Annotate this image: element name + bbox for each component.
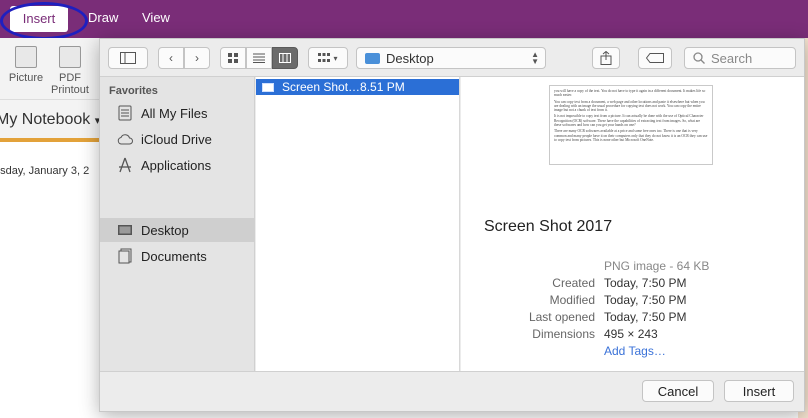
sidebar-item-label: Desktop	[141, 222, 189, 238]
sidebar-heading: Favorites	[109, 85, 158, 97]
info-row-kind: PNG image - 64 KB	[461, 259, 804, 276]
thumbnail-paragraph: you will have a copy of the text. You do…	[554, 89, 706, 98]
share-icon	[600, 51, 612, 65]
sidebar-item-label: All My Files	[141, 105, 208, 121]
file-row-selected[interactable]: Screen Shot…8.51 PM	[256, 79, 459, 95]
sidebar-item-applications[interactable]: Applications	[100, 153, 255, 177]
folder-icon	[365, 52, 380, 64]
sidebar-item-documents[interactable]: Documents	[100, 244, 255, 268]
image-file-icon	[262, 82, 274, 92]
info-row-dimensions: Dimensions 495 × 243	[461, 327, 804, 344]
tab-view[interactable]: View	[142, 10, 170, 25]
group-view-icon	[318, 53, 331, 62]
location-label: Desktop	[386, 50, 434, 66]
info-key: Last opened	[528, 310, 595, 324]
icon-view-button[interactable]	[220, 47, 246, 69]
sidebar-item-label: Documents	[141, 248, 207, 264]
sidebar-item-label: iCloud Drive	[141, 131, 212, 147]
sidebar-toggle-button[interactable]	[108, 47, 148, 69]
notebook-title[interactable]: My Notebook ▾	[0, 111, 100, 129]
cancel-button[interactable]: Cancel	[642, 380, 714, 402]
file-kind: PNG image - 64 KB	[604, 259, 710, 273]
forward-button[interactable]: ›	[184, 47, 210, 69]
chevron-down-icon: ▾	[333, 53, 338, 63]
list-view-icon	[253, 53, 265, 63]
chevron-left-icon: ‹	[169, 51, 173, 65]
search-placeholder: Search	[711, 50, 753, 66]
sidebar: Favorites All My Files iCloud Drive Appl…	[100, 77, 255, 371]
desktop-icon	[118, 225, 132, 235]
insert-file-dialog: ‹ › ▾ Desktop ▲ ▼ Search Favorites All M…	[99, 38, 805, 412]
file-name: Screen Shot…8.51 PM	[282, 80, 405, 94]
insert-button[interactable]: Insert	[724, 380, 794, 402]
sidebar-item-icloud-drive[interactable]: iCloud Drive	[100, 127, 255, 151]
tag-icon	[646, 53, 664, 63]
preview-pane: you will have a copy of the text. You do…	[461, 77, 804, 371]
file-thumbnail: you will have a copy of the text. You do…	[549, 85, 713, 165]
thumbnail-paragraph: It is not impossible to copy text from a…	[554, 114, 704, 128]
back-button[interactable]: ‹	[158, 47, 184, 69]
sidebar-icon	[120, 52, 136, 64]
share-button[interactable]	[592, 47, 620, 69]
annotation-circle	[0, 2, 88, 40]
group-view-button[interactable]: ▾	[308, 47, 348, 69]
thumbnail-paragraph: You can copy text from a document, a web…	[554, 99, 705, 113]
search-icon	[693, 52, 705, 64]
tag-button[interactable]	[638, 47, 672, 69]
column-view-button[interactable]	[272, 47, 298, 69]
file-column: Screen Shot…8.51 PM	[256, 77, 460, 371]
updown-arrows-icon: ▲ ▼	[531, 50, 539, 66]
icon-view-icon	[228, 53, 238, 63]
document-icon	[118, 248, 132, 264]
add-tags-link[interactable]: Add Tags…	[604, 344, 666, 358]
column-view-icon	[279, 53, 291, 63]
pdf-printout-button[interactable]: PDF Printout	[50, 46, 90, 96]
info-key: Dimensions	[532, 327, 595, 341]
sidebar-item-all-my-files[interactable]: All My Files	[100, 101, 255, 125]
ribbon-tab-bar: Insert Draw View	[0, 0, 808, 40]
pdf-printout-label: PDF Printout	[51, 72, 89, 96]
thumbnail-paragraph: There are many OCR softwares available a…	[554, 129, 708, 142]
preview-file-name: Screen Shot 2017	[484, 218, 613, 235]
info-row-modified: Modified Today, 7:50 PM	[461, 293, 804, 310]
info-value: Today, 7:50 PM	[604, 276, 687, 290]
sidebar-item-desktop[interactable]: Desktop	[100, 218, 255, 242]
applications-icon	[119, 157, 131, 173]
tab-draw[interactable]: Draw	[88, 10, 118, 25]
dialog-toolbar: ‹ › ▾ Desktop ▲ ▼ Search	[100, 39, 804, 77]
info-row-created: Created Today, 7:50 PM	[461, 276, 804, 293]
list-view-button[interactable]	[246, 47, 272, 69]
pdf-icon	[59, 46, 81, 68]
info-key: Created	[552, 276, 595, 290]
picture-icon	[15, 46, 37, 68]
file-info: PNG image - 64 KB Created Today, 7:50 PM…	[461, 259, 804, 361]
info-value: Today, 7:50 PM	[604, 310, 687, 324]
info-row-tags: Add Tags…	[461, 344, 804, 361]
search-field[interactable]: Search	[684, 47, 796, 69]
info-row-last-opened: Last opened Today, 7:50 PM	[461, 310, 804, 327]
info-value: 495 × 243	[604, 327, 658, 341]
picture-button-label: Picture	[8, 72, 44, 84]
cloud-icon	[117, 134, 133, 145]
info-key: Modified	[549, 293, 595, 307]
picture-button[interactable]: Picture	[6, 46, 46, 84]
sidebar-item-label: Applications	[141, 157, 212, 173]
location-popup[interactable]: Desktop ▲ ▼	[356, 47, 546, 69]
all-files-icon	[118, 105, 132, 121]
info-value: Today, 7:50 PM	[604, 293, 687, 307]
dialog-footer: Cancel Insert	[100, 371, 804, 411]
chevron-right-icon: ›	[195, 51, 199, 65]
page-date: esday, January 3, 2	[0, 165, 90, 177]
